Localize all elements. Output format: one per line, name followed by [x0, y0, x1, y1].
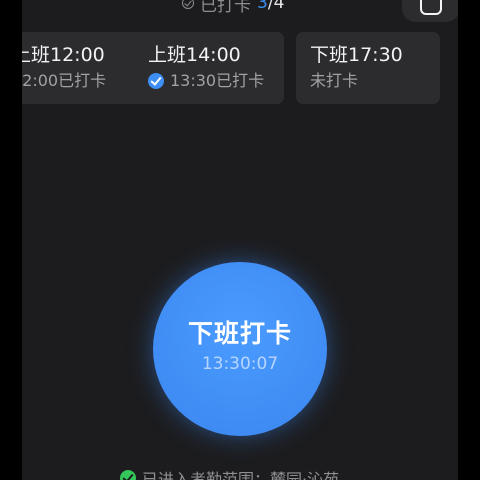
punch-out-button[interactable]: 下班打卡 13:30:07	[153, 262, 327, 436]
punch-button-time: 13:30:07	[201, 354, 279, 374]
checkin-screen: 已打卡 3/4 上班12:00 12:00已打卡 上班14:00 13:30已打…	[22, 0, 458, 480]
location-status: 已进入考勤范围：麓园·沁苑	[120, 466, 339, 480]
green-check-icon	[120, 470, 136, 480]
shift-title: 上班14:00	[148, 44, 241, 66]
top-right-button[interactable]	[402, 0, 458, 22]
shift-status-text: 13:30已打卡	[170, 71, 265, 90]
progress-done: 3	[257, 0, 268, 13]
checkin-progress: 已打卡 3/4	[182, 0, 285, 16]
shift-status-text: 12:00已打卡	[22, 71, 107, 90]
shift-card-3[interactable]: 下班17:30 未打卡	[296, 32, 440, 104]
punch-button-label: 下班打卡	[187, 319, 292, 348]
check-circle-icon	[182, 0, 194, 9]
shift-card-2[interactable]: 上班14:00 13:30已打卡	[134, 32, 284, 104]
shift-title: 下班17:30	[310, 44, 403, 66]
square-icon	[420, 0, 442, 15]
shift-status: 未打卡	[310, 71, 440, 91]
shift-card-1[interactable]: 上班12:00 12:00已打卡	[22, 32, 152, 104]
progress-label: 已打卡	[200, 0, 251, 16]
shift-status: 13:30已打卡	[148, 71, 284, 91]
shift-title: 上班12:00	[22, 44, 105, 66]
location-text: 已进入考勤范围：麓园·沁苑	[142, 470, 340, 480]
progress-total: 4	[273, 0, 285, 13]
shift-status: 12:00已打卡	[22, 71, 152, 91]
checked-icon	[148, 73, 164, 89]
shift-status-text: 未打卡	[310, 71, 359, 90]
